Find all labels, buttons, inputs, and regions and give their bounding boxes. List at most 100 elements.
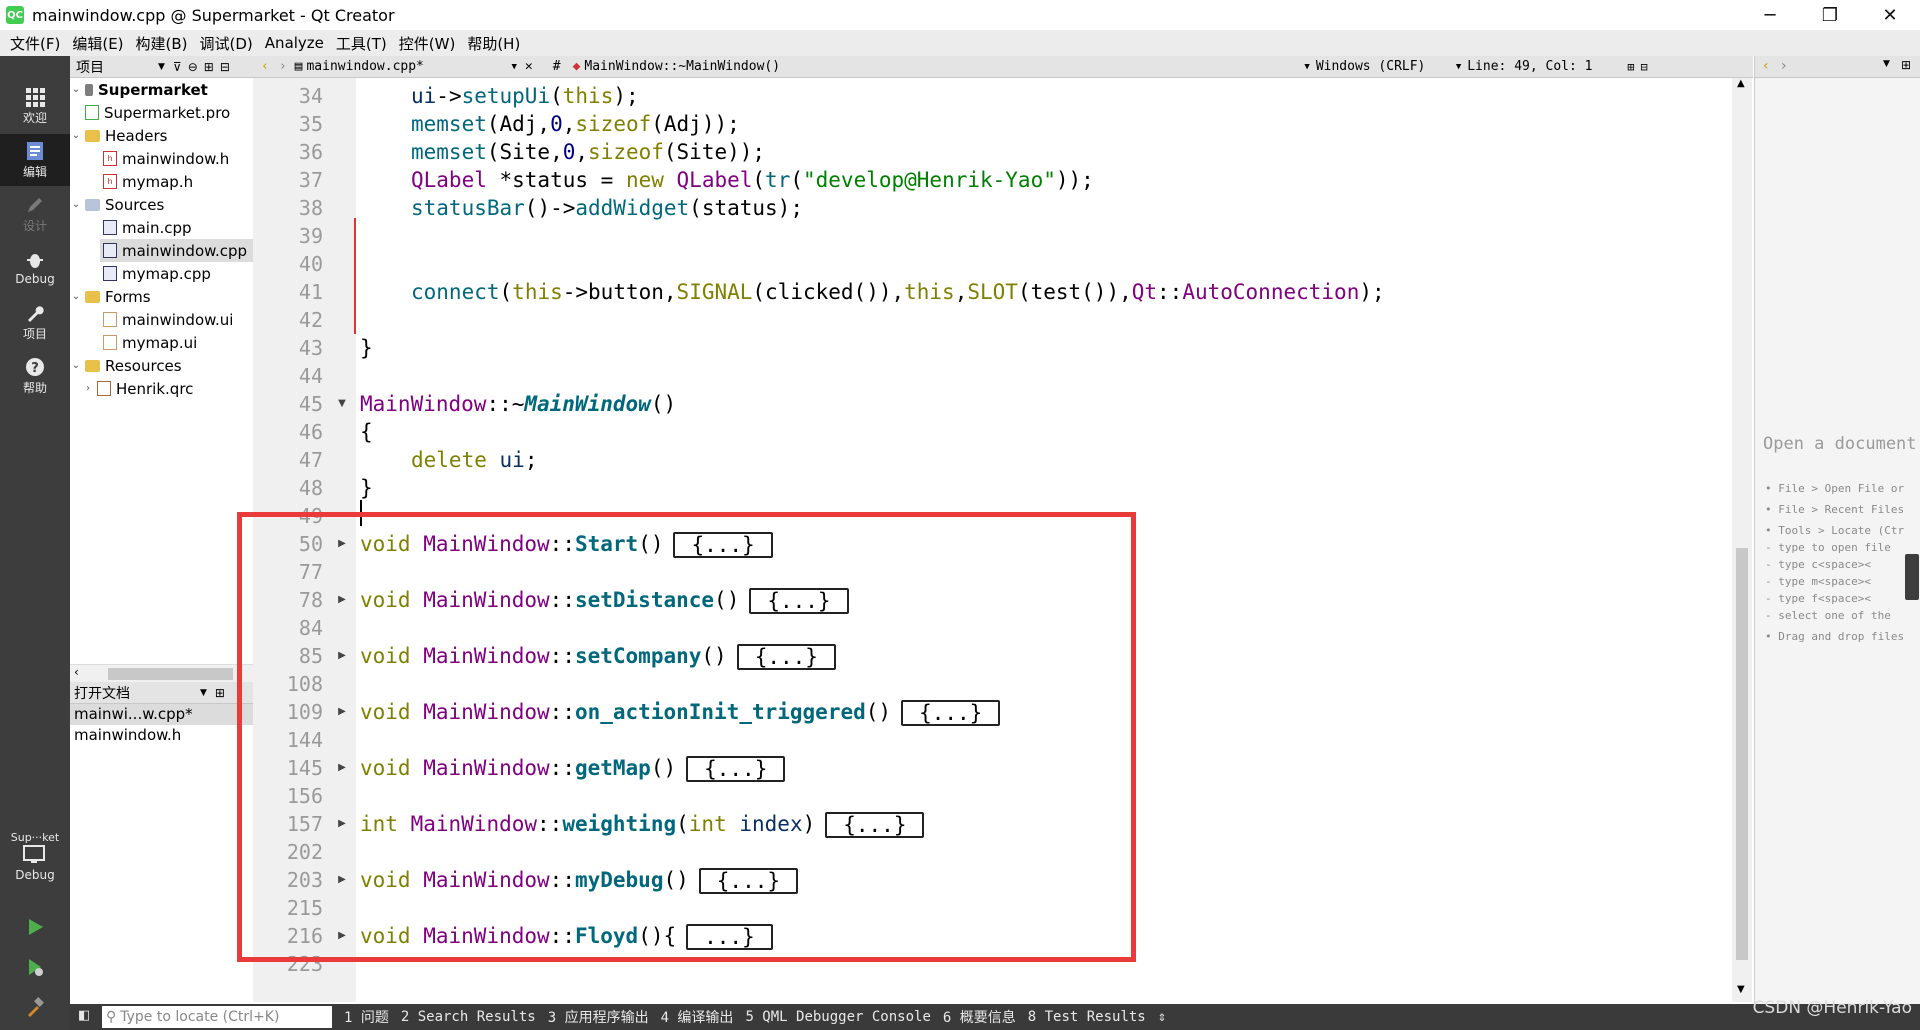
chevron-left-icon[interactable]: ‹ xyxy=(74,665,79,679)
tree-item-project[interactable]: ⌄ Supermarket xyxy=(70,78,253,101)
back-icon[interactable]: ‹ xyxy=(1763,58,1769,74)
tree-item-forms[interactable]: ⌄ Forms xyxy=(70,285,253,308)
fold-arrow-icon[interactable]: ▼ xyxy=(336,390,348,418)
run-icon xyxy=(29,919,43,935)
current-file-selector[interactable]: mainwindow.cpp* xyxy=(306,59,511,74)
restore-icon[interactable]: ❐ xyxy=(1800,0,1860,30)
filter-icon[interactable]: ⊽ xyxy=(173,60,182,74)
menu-edit[interactable]: 编辑(E) xyxy=(66,33,129,54)
chevron-down-icon[interactable]: ⌄ xyxy=(70,360,82,371)
output-tab-test-results[interactable]: 8 Test Results xyxy=(1028,1009,1146,1025)
chevron-right-icon[interactable]: › xyxy=(82,383,94,394)
close-split-icon[interactable]: ⊟ xyxy=(1640,60,1647,74)
cursor-position[interactable]: Line: 49, Col: 1 xyxy=(1467,59,1627,74)
mode-projects[interactable]: 项目 xyxy=(0,296,70,348)
tree-item-sources[interactable]: ⌄ Sources xyxy=(70,193,253,216)
tree-item-file[interactable]: h mainwindow.h xyxy=(100,147,253,170)
scrollbar-thumb[interactable] xyxy=(1736,548,1748,960)
line-number: 38 xyxy=(298,196,323,220)
output-tab-general-messages[interactable]: 6 概要信息 xyxy=(943,1007,1016,1027)
output-tab-issues[interactable]: 1 问题 xyxy=(344,1007,389,1027)
split-icon[interactable]: ⊞ xyxy=(215,686,225,700)
mode-edit[interactable]: 编辑 xyxy=(0,134,70,186)
open-doc-item[interactable]: mainwi...w.cpp* xyxy=(70,704,253,725)
kit-selector[interactable]: Sup···ket Debug xyxy=(0,816,70,896)
side-handle[interactable] xyxy=(1905,554,1919,600)
open-doc-item[interactable]: mainwindow.h xyxy=(70,725,253,746)
debug-run-button[interactable] xyxy=(0,948,70,988)
project-pane-title[interactable]: 项目 xyxy=(76,57,104,77)
split-icon[interactable]: ⊞ xyxy=(1901,58,1911,72)
link-icon[interactable]: ⊖ xyxy=(188,60,198,74)
chevron-down-icon[interactable]: ⌄ xyxy=(70,199,82,210)
menu-help[interactable]: 帮助(H) xyxy=(461,33,526,54)
chevron-down-icon[interactable]: ⌄ xyxy=(70,291,82,302)
minimize-icon[interactable]: ─ xyxy=(1740,0,1800,30)
editor-vertical-scrollbar[interactable]: ▲ ▼ xyxy=(1732,78,1752,1002)
output-tab-search-results[interactable]: 2 Search Results xyxy=(401,1009,536,1025)
line-number: 43 xyxy=(298,336,323,360)
chevron-down-icon[interactable]: ▼ xyxy=(158,62,165,72)
chevron-down-icon[interactable]: ⌄ xyxy=(70,130,82,141)
menu-build[interactable]: 构建(B) xyxy=(130,33,194,54)
ui-file-icon xyxy=(103,335,117,350)
chevron-down-icon[interactable]: ▼ xyxy=(511,62,516,72)
output-tab-qml-debugger[interactable]: 5 QML Debugger Console xyxy=(745,1009,930,1025)
menu-analyze[interactable]: Analyze xyxy=(259,34,330,52)
tree-item-file[interactable]: main.cpp xyxy=(100,216,253,239)
scroll-down-icon[interactable]: ▼ xyxy=(1737,984,1745,995)
scrollbar-thumb[interactable] xyxy=(108,668,233,680)
menu-debug[interactable]: 调试(D) xyxy=(194,33,259,54)
run-button[interactable] xyxy=(0,908,70,948)
tabs-more-icon[interactable]: ⇕ xyxy=(1158,1009,1166,1025)
close-document-icon[interactable]: ✕ xyxy=(525,59,533,74)
mode-debug[interactable]: Debug xyxy=(0,242,70,294)
chevron-down-icon[interactable]: ⌄ xyxy=(70,84,82,95)
forward-icon[interactable]: › xyxy=(279,59,287,74)
forward-icon[interactable]: › xyxy=(1781,58,1787,74)
tree-item-label: Supermarket xyxy=(98,80,208,99)
chevron-down-icon[interactable]: ▼ xyxy=(1883,59,1890,69)
tree-item-headers[interactable]: ⌄ Headers xyxy=(70,124,253,147)
split-icon[interactable]: ⊞ xyxy=(204,60,214,74)
split-icon[interactable]: ⊞ xyxy=(1627,60,1634,74)
qrc-file-icon xyxy=(97,381,111,396)
scroll-up-icon[interactable]: ▲ xyxy=(1737,78,1745,89)
tree-item-resources[interactable]: ⌄ Resources xyxy=(70,354,253,377)
open-docs-title[interactable]: 打开文档 xyxy=(74,683,130,703)
tree-item-file-selected[interactable]: mainwindow.cpp xyxy=(100,239,253,262)
tree-item-file[interactable]: mainwindow.ui xyxy=(100,308,253,331)
close-icon[interactable]: ✕ xyxy=(1860,0,1920,30)
tree-item-label: mymap.cpp xyxy=(122,264,211,283)
back-icon[interactable]: ‹ xyxy=(261,59,269,74)
chevron-down-icon[interactable]: ▼ xyxy=(200,688,207,698)
output-tab-compile-output[interactable]: 4 编译输出 xyxy=(661,1007,734,1027)
tree-item-qrc[interactable]: › Henrik.qrc xyxy=(82,377,253,400)
output-tab-application-output[interactable]: 3 应用程序输出 xyxy=(548,1007,649,1027)
line-number: 40 xyxy=(298,252,323,276)
chevron-down-icon[interactable]: ▼ xyxy=(1456,62,1461,72)
tree-item-pro-file[interactable]: Supermarket.pro xyxy=(82,101,253,124)
tree-item-file[interactable]: h mymap.h xyxy=(100,170,253,193)
cpp-file-icon xyxy=(103,266,117,281)
toggle-sidebar-icon[interactable]: ◧ xyxy=(78,1008,90,1023)
menu-widgets[interactable]: 控件(W) xyxy=(393,33,462,54)
menu-tools[interactable]: 工具(T) xyxy=(330,33,393,54)
line-number: 47 xyxy=(298,448,323,472)
folder-icon xyxy=(85,290,100,303)
tree-horizontal-scrollbar[interactable]: ‹ xyxy=(70,664,253,682)
build-button[interactable] xyxy=(0,988,70,1028)
mode-help[interactable]: ? 帮助 xyxy=(0,350,70,402)
tree-item-file[interactable]: mymap.cpp xyxy=(100,262,253,285)
menu-file[interactable]: 文件(F) xyxy=(4,33,66,54)
close-pane-icon[interactable]: ⊟ xyxy=(220,60,230,74)
code-line-36: memset(Site,0,sizeof(Site)); xyxy=(411,140,766,164)
mode-design[interactable]: 设计 xyxy=(0,188,70,240)
locator-input[interactable]: ⚲ Type to locate (Ctrl+K) xyxy=(102,1006,332,1028)
encoding-label[interactable]: Windows (CRLF) xyxy=(1316,59,1456,74)
mode-welcome[interactable]: 欢迎 xyxy=(0,80,70,132)
line-number: 41 xyxy=(298,280,323,304)
chevron-down-icon[interactable]: ▼ xyxy=(1304,62,1309,72)
symbol-selector[interactable]: MainWindow::~MainWindow() xyxy=(584,59,1304,74)
tree-item-file[interactable]: mymap.ui xyxy=(100,331,253,354)
